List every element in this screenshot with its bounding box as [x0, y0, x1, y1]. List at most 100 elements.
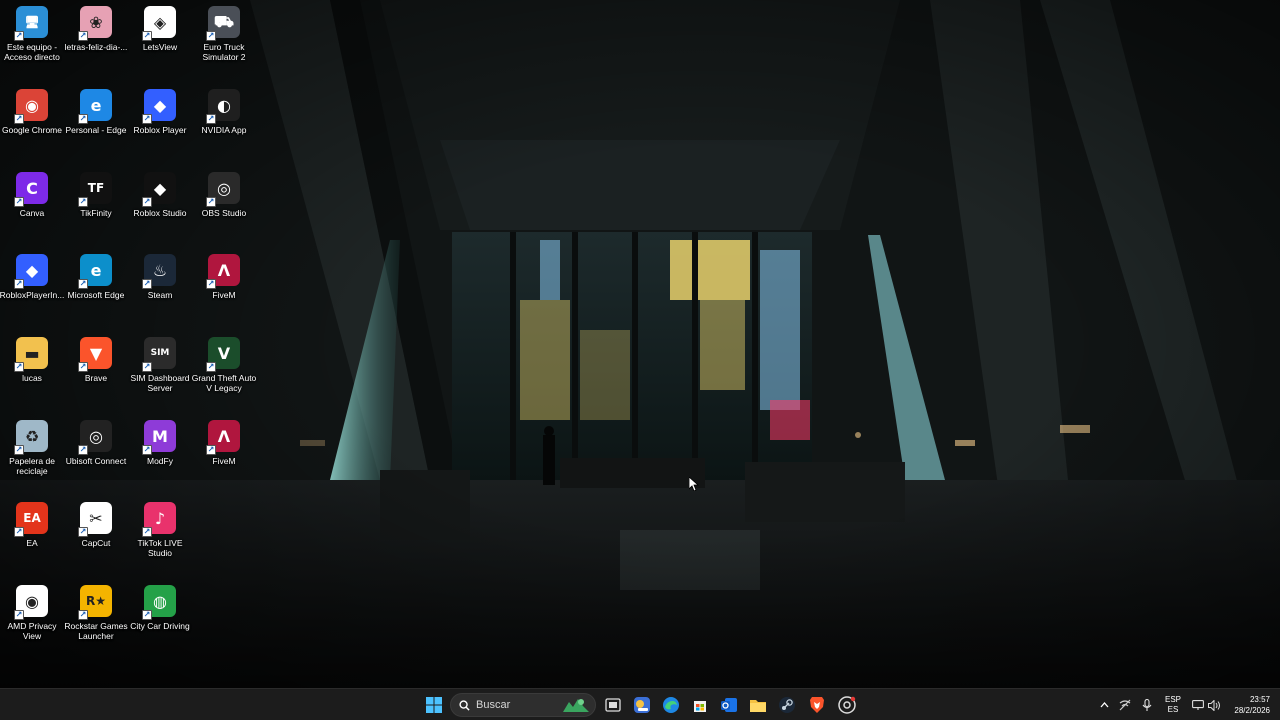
- shortcut-arrow-icon: ↗: [78, 527, 88, 537]
- windows-logo-icon: [426, 697, 442, 713]
- clock-date: 28/2/2026: [1234, 706, 1270, 715]
- desktop-icon[interactable]: ◆ ↗ Roblox Studio: [128, 168, 192, 246]
- desktop-icon[interactable]: ♪ ↗ TikTok LIVE Studio: [128, 498, 192, 576]
- desktop-icon[interactable]: ◎ ↗ Ubisoft Connect: [64, 416, 128, 494]
- desktop-icon[interactable]: ⛟ ↗ Euro Truck Simulator 2: [192, 2, 256, 80]
- recycle-bin-icon: ♻ ↗: [14, 420, 48, 455]
- desktop-icon-label: ModFy: [147, 456, 173, 466]
- desktop-icon[interactable]: C ↗ Canva: [0, 168, 64, 246]
- desktop-icon[interactable]: ◆ ↗ Roblox Player: [128, 85, 192, 163]
- desktop-icon[interactable]: ❀ ↗ letras-feliz-dia-...: [64, 2, 128, 80]
- taskbar-outlook-button[interactable]: [717, 693, 741, 717]
- desktop-icon[interactable]: ▼ ↗ Brave: [64, 333, 128, 411]
- brave-icon: [810, 697, 824, 713]
- shortcut-arrow-icon: ↗: [14, 197, 24, 207]
- desktop-icon[interactable]: ♻ ↗ Papelera de reciclaje: [0, 416, 64, 494]
- network-off-icon: [1119, 699, 1131, 711]
- desktop-icon[interactable]: ◉ ↗ AMD Privacy View: [0, 581, 64, 659]
- desktop-icon[interactable]: e ↗ Microsoft Edge: [64, 250, 128, 328]
- taskbar: ESP ES 23:57 28/2/2026: [0, 688, 1280, 720]
- folder-icon: [750, 700, 766, 712]
- desktop-icon[interactable]: V ↗ Grand Theft Auto V Legacy: [192, 333, 256, 411]
- microphone-icon: [1142, 698, 1152, 711]
- tray-network-button[interactable]: [1117, 693, 1133, 717]
- desktop-icon[interactable]: SIM ↗ SIM Dashboard Server: [128, 333, 192, 411]
- chrome-icon: [838, 696, 856, 714]
- image-file-icon: ❀ ↗: [78, 6, 112, 41]
- ea-icon: EA ↗: [14, 502, 48, 537]
- taskbar-file-explorer-button[interactable]: [746, 693, 770, 717]
- fivem-icon: Λ ↗: [206, 420, 240, 455]
- folder-icon: ▬ ↗: [14, 337, 48, 372]
- start-button[interactable]: [422, 693, 446, 717]
- desktop-icon[interactable]: ◈ ↗ LetsView: [128, 2, 192, 80]
- shortcut-arrow-icon: ↗: [14, 362, 24, 372]
- store-icon: [694, 701, 706, 712]
- desktop-icon-label: TikFinity: [80, 208, 112, 218]
- desktop-icon-label: Brave: [84, 373, 108, 383]
- desktop-icon-label: Roblox Studio: [133, 208, 187, 218]
- sim-dashboard-icon: SIM ↗: [142, 337, 176, 372]
- taskbar-edge-button[interactable]: [659, 693, 683, 717]
- shortcut-arrow-icon: ↗: [78, 362, 88, 372]
- chevron-up-icon: [1100, 702, 1108, 708]
- task-view-button[interactable]: [601, 693, 625, 717]
- tiktok-live-icon: ♪ ↗: [142, 502, 176, 537]
- desktop-icon-label: Ubisoft Connect: [65, 456, 127, 466]
- tray-microphone-button[interactable]: [1139, 693, 1155, 717]
- desktop-icon-label: RobloxPlayerIn...: [0, 290, 65, 300]
- desktop-icon[interactable]: Λ ↗ FiveM: [192, 250, 256, 328]
- brave-icon: ▼ ↗: [78, 337, 112, 372]
- search-input[interactable]: [476, 699, 546, 711]
- taskbar-chrome-button[interactable]: [835, 693, 859, 717]
- desktop-icon[interactable]: TF ↗ TikFinity: [64, 168, 128, 246]
- monitor-icon: [1192, 699, 1204, 710]
- chrome-icon: ◉ ↗: [14, 89, 48, 124]
- task-view-icon: [605, 698, 621, 712]
- clock-button[interactable]: 23:57 28/2/2026: [1226, 693, 1270, 717]
- desktop-icon[interactable]: ◎ ↗ OBS Studio: [192, 168, 256, 246]
- desktop-icon-label: SIM Dashboard Server: [130, 373, 190, 393]
- obs-icon: ◎ ↗: [206, 172, 240, 207]
- tray-display-button[interactable]: [1190, 693, 1206, 717]
- speaker-icon: [1207, 699, 1220, 711]
- shortcut-arrow-icon: ↗: [14, 610, 24, 620]
- desktop-icon[interactable]: ▬ ↗ lucas: [0, 333, 64, 411]
- shortcut-arrow-icon: ↗: [142, 610, 152, 620]
- desktop-icon[interactable]: ◐ ↗ NVIDIA App: [192, 85, 256, 163]
- taskbar-store-button[interactable]: [688, 693, 712, 717]
- shortcut-arrow-icon: ↗: [142, 527, 152, 537]
- desktop-icon[interactable]: M ↗ ModFy: [128, 416, 192, 494]
- shortcut-arrow-icon: ↗: [206, 197, 216, 207]
- gta-v-icon: V ↗: [206, 337, 240, 372]
- taskbar-steam-button[interactable]: [775, 693, 799, 717]
- taskbar-brave-button[interactable]: [805, 693, 829, 717]
- shortcut-arrow-icon: ↗: [142, 197, 152, 207]
- roblox-installer-icon: ◆ ↗: [14, 254, 48, 289]
- shortcut-arrow-icon: ↗: [14, 31, 24, 41]
- show-hidden-icons-button[interactable]: [1097, 693, 1111, 717]
- desktop-icon[interactable]: 🖥 ↗ Este equipo - Acceso directo: [0, 2, 64, 80]
- desktop-icon-label: LetsView: [142, 42, 178, 52]
- desktop-icon[interactable]: e ↗ Personal - Edge: [64, 85, 128, 163]
- desktop-icon[interactable]: ◉ ↗ Google Chrome: [0, 85, 64, 163]
- desktop-icon-label: Este equipo - Acceso directo: [4, 42, 60, 62]
- input-language-button[interactable]: ESP ES: [1161, 693, 1185, 717]
- ubisoft-icon: ◎ ↗: [78, 420, 112, 455]
- desktop-icon[interactable]: ◍ ↗ City Car Driving: [128, 581, 192, 659]
- desktop-icon[interactable]: ♨ ↗ Steam: [128, 250, 192, 328]
- shortcut-arrow-icon: ↗: [206, 114, 216, 124]
- shortcut-arrow-icon: ↗: [78, 445, 88, 455]
- desktop-icon[interactable]: EA ↗ EA: [0, 498, 64, 576]
- desktop-icon[interactable]: ✂ ↗ CapCut: [64, 498, 128, 576]
- desktop-icon[interactable]: R★ ↗ Rockstar Games Launcher: [64, 581, 128, 659]
- desktop-icon[interactable]: ◆ ↗ RobloxPlayerIn...: [0, 250, 64, 328]
- roblox-icon: ◆ ↗: [142, 89, 176, 124]
- mouse-cursor-icon: [688, 476, 700, 496]
- widgets-button[interactable]: [630, 693, 654, 717]
- desktop-icon[interactable]: Λ ↗ FiveM: [192, 416, 256, 494]
- taskbar-search-box[interactable]: [450, 693, 596, 717]
- search-highlight-icon: [563, 699, 589, 712]
- shortcut-arrow-icon: ↗: [78, 197, 88, 207]
- tray-volume-button[interactable]: [1206, 693, 1222, 717]
